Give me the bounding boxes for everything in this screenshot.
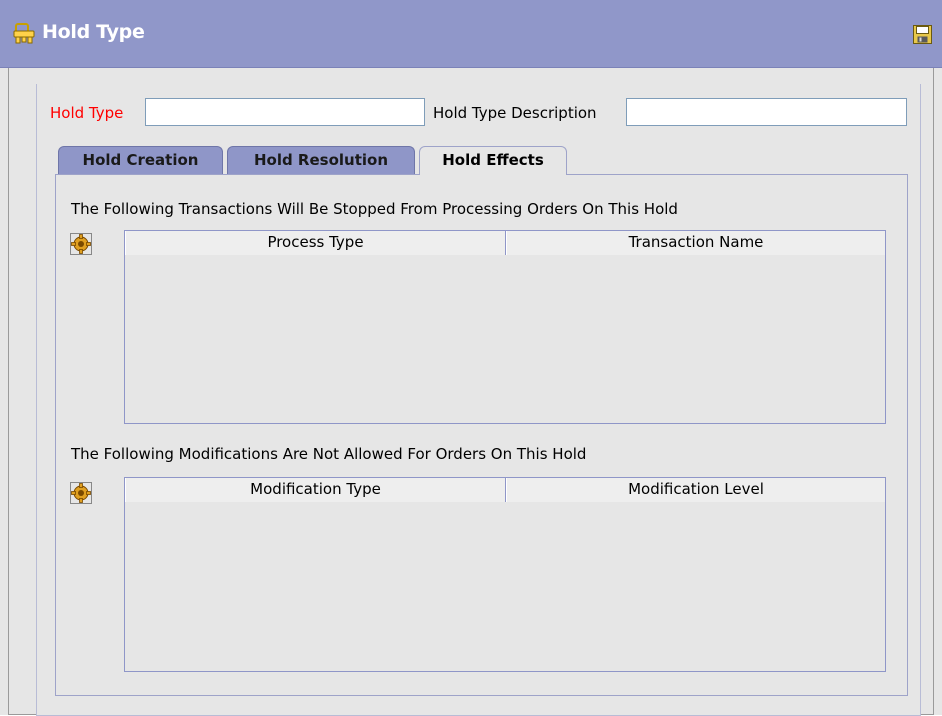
column-header-modification-level[interactable]: Modification Level <box>506 478 885 502</box>
hold-type-description-label: Hold Type Description <box>433 104 597 122</box>
hold-type-window: Hold Type Hold Type Hold Type Descriptio… <box>0 0 942 716</box>
tab-label: Hold Resolution <box>253 151 389 169</box>
transactions-table-body[interactable] <box>125 256 885 423</box>
tab-hold-effects[interactable]: Hold Effects <box>419 146 567 175</box>
hold-type-label: Hold Type <box>50 104 124 122</box>
title-bar: Hold Type <box>0 0 942 68</box>
transactions-heading: The Following Transactions Will Be Stopp… <box>71 200 678 218</box>
column-header-modification-type[interactable]: Modification Type <box>125 478 506 502</box>
tab-hold-creation[interactable]: Hold Creation <box>58 146 223 174</box>
column-header-process-type[interactable]: Process Type <box>125 231 506 255</box>
key-ring-icon <box>13 23 35 44</box>
tab-hold-resolution[interactable]: Hold Resolution <box>227 146 415 174</box>
gear-icon[interactable] <box>70 482 92 504</box>
transactions-table-header: Process Type Transaction Name <box>125 231 885 255</box>
modifications-heading: The Following Modifications Are Not Allo… <box>71 445 587 463</box>
hold-type-description-input[interactable] <box>626 98 907 126</box>
transactions-table: Process Type Transaction Name <box>124 230 886 424</box>
column-header-transaction-name[interactable]: Transaction Name <box>506 231 885 255</box>
hold-type-input[interactable] <box>145 98 425 126</box>
tab-label: Hold Creation <box>82 151 199 169</box>
gear-icon[interactable] <box>70 233 92 255</box>
tab-label: Hold Effects <box>442 151 544 169</box>
modifications-table-header: Modification Type Modification Level <box>125 478 885 502</box>
window-title: Hold Type <box>42 21 145 43</box>
modifications-table: Modification Type Modification Level <box>124 477 886 672</box>
modifications-table-body[interactable] <box>125 503 885 671</box>
floppy-disk-icon[interactable] <box>913 25 932 44</box>
